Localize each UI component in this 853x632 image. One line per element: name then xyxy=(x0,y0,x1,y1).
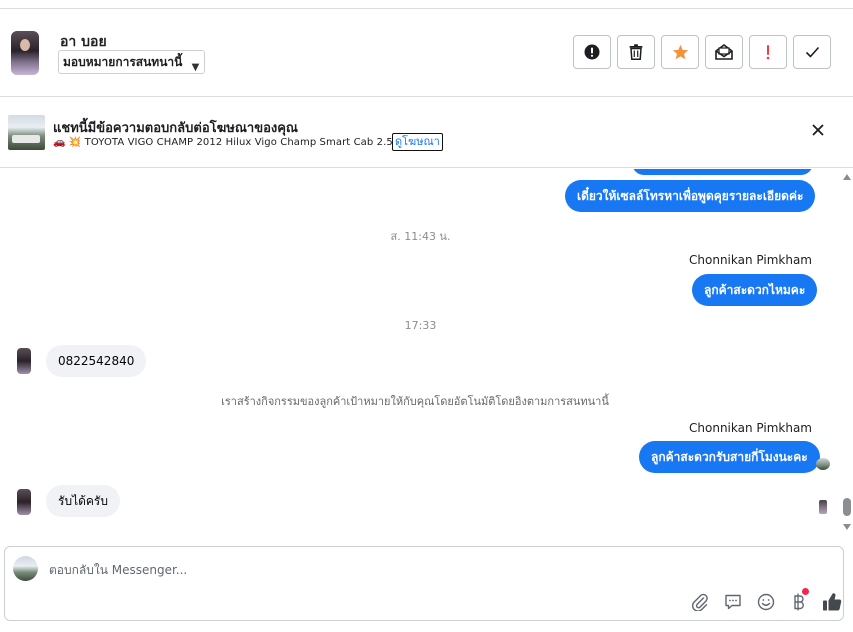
reply-composer[interactable]: ตอบกลับใน Messenger... xyxy=(4,546,844,621)
system-note: เราสร้างกิจกรรมของลูกค้าเป้าหมายให้กับคุ… xyxy=(221,395,609,408)
composer-tools xyxy=(683,588,848,613)
ad-banner-title: แชทนี้มีข้อความตอบกลับต่อโฆษณาของคุณ xyxy=(53,121,298,136)
mark-spam-button[interactable] xyxy=(573,35,611,69)
star-icon xyxy=(672,44,688,60)
outgoing-message: เดี๋ยวให้เซลล์โทรหาเพื่อพูดคุยรายละเอียด… xyxy=(565,180,816,212)
reply-input[interactable]: ตอบกลับใน Messenger... xyxy=(49,561,187,580)
check-icon xyxy=(805,46,819,58)
chat-bubble-icon xyxy=(724,594,741,610)
trash-icon xyxy=(629,44,643,60)
smiley-icon xyxy=(757,593,774,611)
caret-down-icon: ▼ xyxy=(191,62,200,73)
emoji-button[interactable] xyxy=(749,591,782,613)
saved-replies-button[interactable] xyxy=(716,591,749,613)
message-thread: เดี๋ยวให้เซลล์โทรหาเพื่อพูดคุยรายละเอียด… xyxy=(0,169,853,541)
incoming-message: รับได้ครับ xyxy=(46,485,120,517)
assign-conversation-dropdown[interactable]: มอบหมายการสนทนานี้ ▼ xyxy=(58,50,206,74)
contact-mini-avatar xyxy=(17,348,31,374)
baht-icon xyxy=(793,593,804,611)
chat-scrollbar[interactable] xyxy=(840,168,853,538)
done-button[interactable] xyxy=(793,35,831,69)
delete-button[interactable] xyxy=(617,35,655,69)
seen-indicator xyxy=(816,458,830,470)
timestamp: 17:33 xyxy=(404,319,437,332)
outgoing-message: ลูกค้าสะดวกไหมคะ xyxy=(692,274,818,306)
outgoing-message-partial xyxy=(632,169,813,175)
thumbs-up-icon xyxy=(822,593,841,611)
scroll-up-arrow-icon[interactable] xyxy=(843,174,851,180)
timestamp: ส. 11:43 น. xyxy=(390,230,451,243)
car-emoji-icon: 🚗 💥 xyxy=(53,137,82,148)
payment-button[interactable] xyxy=(782,588,815,613)
ad-subtitle-text: TOYOTA VIGO CHAMP 2012 Hilux Vigo Champ … xyxy=(84,137,406,148)
header-actions xyxy=(573,35,831,69)
scroll-down-arrow-icon[interactable] xyxy=(843,524,851,530)
ad-thumbnail[interactable] xyxy=(8,115,45,150)
page-avatar xyxy=(13,556,38,581)
attach-button[interactable] xyxy=(683,591,716,613)
assign-label: มอบหมายการสนทนานี้ xyxy=(63,55,183,69)
paperclip-icon xyxy=(691,593,708,611)
notification-dot xyxy=(802,588,809,595)
contact-mini-avatar xyxy=(17,489,31,515)
conversation-header: อา บอย มอบหมายการสนทนานี้ ▼ xyxy=(0,9,853,97)
ad-banner-subtitle: 🚗 💥 TOYOTA VIGO CHAMP 2012 Hilux Vigo Ch… xyxy=(53,137,406,148)
scroll-thumb[interactable] xyxy=(843,498,851,516)
follow-up-button[interactable] xyxy=(749,35,787,69)
view-ad-link[interactable]: ดูโฆษณา xyxy=(392,133,443,151)
unread-mail-icon xyxy=(715,44,733,60)
messenger-conversation-panel: อา บอย มอบหมายการสนทนานี้ ▼ แชทนี้มีข้อค… xyxy=(0,0,853,632)
incoming-message: 0822542840 xyxy=(46,345,147,377)
exclamation-icon xyxy=(766,45,770,60)
ad-reply-banner: แชทนี้มีข้อความตอบกลับต่อโฆษณาของคุณ 🚗 💥… xyxy=(0,98,853,168)
contact-avatar[interactable] xyxy=(11,31,39,75)
sender-name: Chonnikan Pimkham xyxy=(689,253,812,267)
read-receipt-avatar xyxy=(819,500,827,514)
alert-circle-icon xyxy=(584,44,600,60)
outgoing-message: ลูกค้าสะดวกรับสายกี่โมงนะคะ xyxy=(639,441,820,473)
star-button[interactable] xyxy=(661,35,699,69)
mark-unread-button[interactable] xyxy=(705,35,743,69)
sender-name: Chonnikan Pimkham xyxy=(689,421,812,435)
close-icon[interactable] xyxy=(812,124,824,136)
like-button[interactable] xyxy=(815,591,848,613)
